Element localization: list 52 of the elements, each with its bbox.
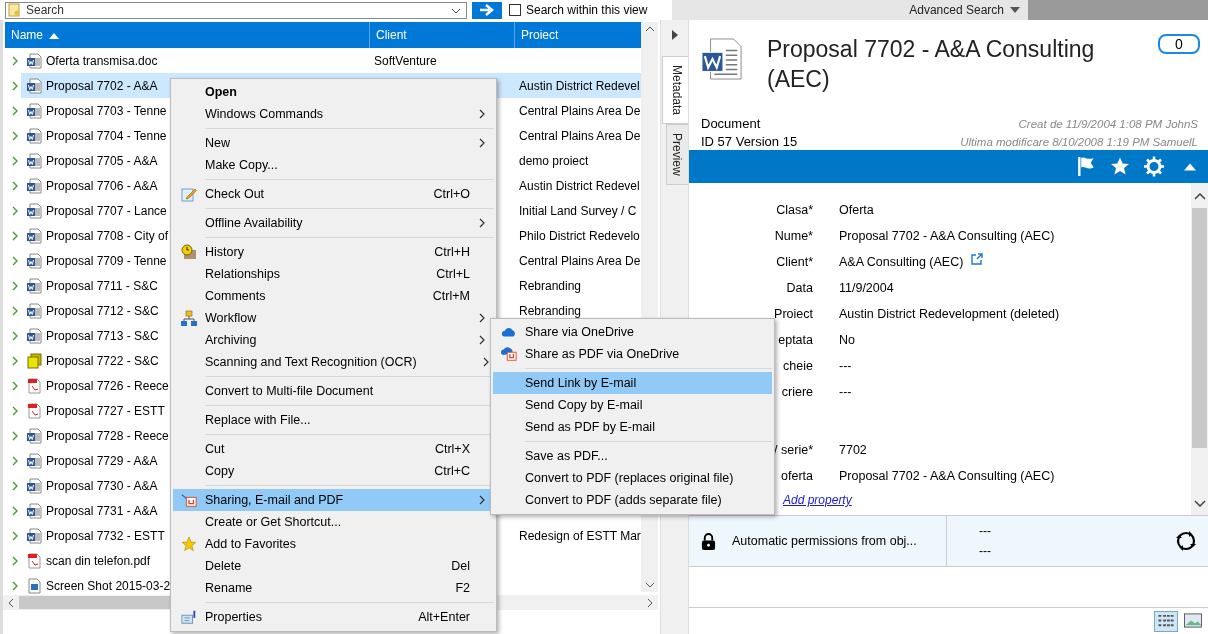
property-label: oferta — [781, 469, 813, 483]
client-name: SoftVenture — [374, 53, 437, 68]
project-name: Redesign of ESTT Mar — [519, 528, 641, 543]
file-name: Proposal 7728 - Reece — [46, 428, 169, 443]
permissions-value: --- — [979, 544, 991, 558]
file-name: Proposal 7722 - S&C — [46, 353, 159, 368]
project-name: Rebranding — [519, 303, 582, 318]
file-name: Proposal 7703 - Tenne — [46, 103, 167, 118]
property-label: Nume* — [774, 229, 813, 243]
property-label: eptata — [778, 333, 813, 347]
project-name: Central Plains Area De — [519, 103, 641, 118]
permissions-value: --- — [979, 524, 991, 538]
property-label: Proiect — [774, 307, 813, 321]
permissions-text: Automatic permissions from obj... — [732, 534, 918, 548]
project-name: demo proiect — [519, 153, 589, 168]
project-name: Austin District Redevel — [519, 178, 640, 193]
project-name: Central Plains Area De — [519, 253, 641, 268]
file-name: Proposal 7706 - A&A — [46, 178, 158, 193]
property-label: criere — [781, 385, 813, 399]
property-label: Client* — [776, 255, 813, 269]
file-name: Proposal 7731 - A&A — [46, 503, 158, 518]
file-name: Proposal 7729 - A&A — [46, 453, 158, 468]
file-name: Proposal 7708 - City of — [46, 228, 169, 243]
file-name: Proposal 7709 - Tenne — [46, 253, 167, 268]
file-name: Proposal 7727 - ESTT — [46, 403, 165, 418]
project-name: Austin District Redevel — [519, 78, 640, 93]
file-name: Proposal 7705 - A&A — [46, 153, 158, 168]
file-name: Proposal 7707 - Lance — [46, 203, 167, 218]
checkbox-label: Search within this view — [526, 3, 648, 17]
created-info: Creat de 11/9/2004 1:08 PM JohnS — [1018, 117, 1198, 132]
property-label: cheie — [783, 359, 813, 373]
file-name: Proposal 7730 - A&A — [46, 478, 158, 493]
project-name: Central Plains Area De — [519, 128, 641, 143]
file-name: Oferta transmisa.doc — [46, 53, 158, 68]
file-name: Proposal 7726 - Reece — [46, 378, 169, 393]
file-name: scan din telefon.pdf — [46, 553, 151, 568]
file-name: Proposal 7713 - S&C — [46, 328, 159, 343]
file-name: Proposal 7712 - S&C — [46, 303, 159, 318]
property-label: Clasa* — [776, 203, 813, 217]
project-name: Philo District Redevelo — [519, 228, 640, 243]
project-name: Rebranding — [519, 278, 582, 293]
file-name: Proposal 7711 - S&C — [46, 278, 158, 293]
file-name: Proposal 7704 - Tenne — [46, 128, 167, 143]
object-type: Document — [701, 115, 761, 133]
property-label: Data — [786, 281, 813, 295]
document-title: Proposal 7702 - A&A Consulting (AEC) — [767, 35, 1096, 94]
file-name: Proposal 7702 - A&A — [46, 78, 158, 93]
file-name: Screen Shot 2015-03-2 — [46, 578, 171, 593]
file-name: Proposal 7732 - ESTT — [46, 528, 165, 543]
id-version: ID 57 Version 15 — [701, 133, 798, 151]
modified-info: Ultima modificare 8/10/2008 1:19 PM SamuelL — [960, 135, 1198, 150]
project-name: Initial Land Survey / C — [519, 203, 637, 218]
